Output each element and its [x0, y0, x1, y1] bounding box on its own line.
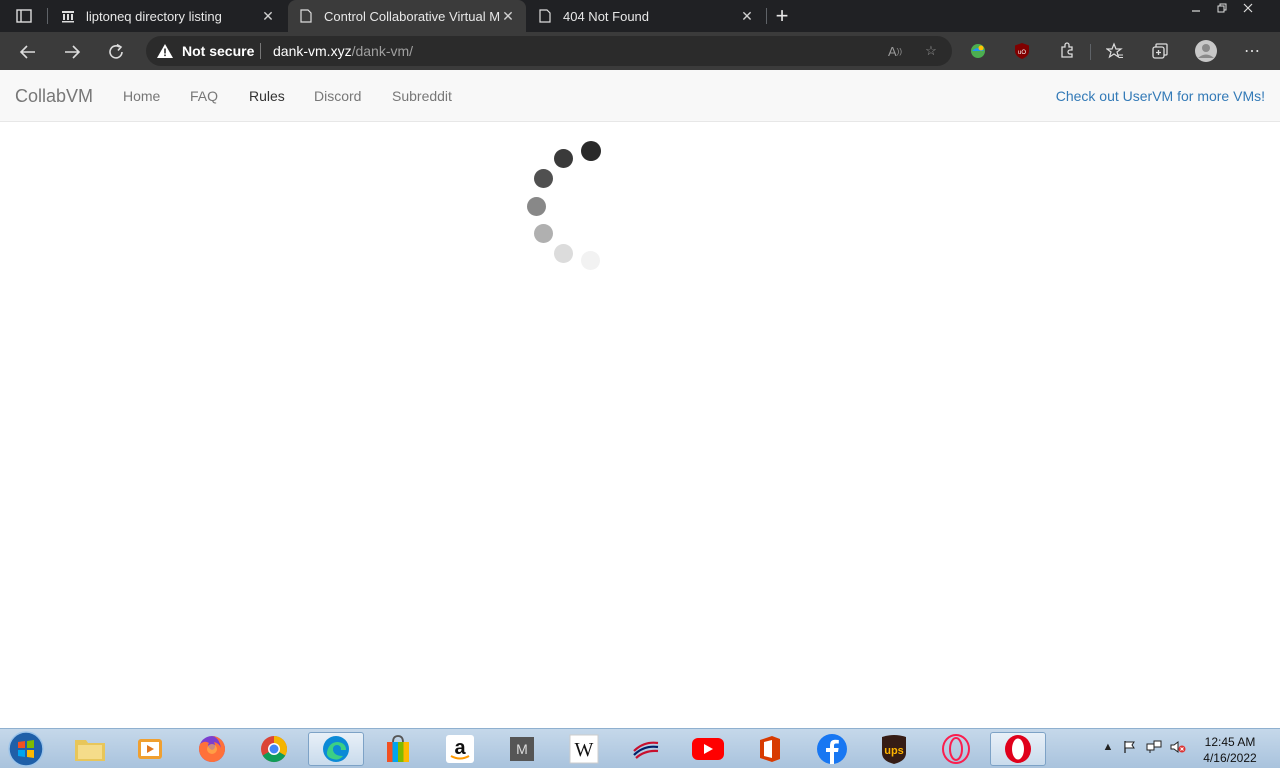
file-explorer-icon[interactable]: [62, 732, 118, 766]
system-clock[interactable]: 12:45 AM 4/16/2022: [1195, 734, 1265, 766]
clock-date: 4/16/2022: [1203, 751, 1257, 765]
svg-text:ups: ups: [884, 745, 904, 757]
spinner-dot: [581, 141, 601, 161]
windows-taskbar: a M W ups ▲ 12:45 AM 4/16/2022: [0, 728, 1280, 768]
action-center-flag-icon[interactable]: [1122, 739, 1138, 755]
media-player-icon[interactable]: [122, 732, 178, 766]
loading-spinner: [0, 0, 1280, 768]
wikipedia-icon[interactable]: W: [556, 732, 612, 766]
spinner-dot: [527, 197, 546, 216]
opera-icon[interactable]: [990, 732, 1046, 766]
volume-muted-icon[interactable]: [1170, 739, 1186, 755]
ups-icon[interactable]: ups: [866, 732, 922, 766]
chrome-icon[interactable]: [246, 732, 302, 766]
start-button[interactable]: [6, 730, 46, 768]
edge-icon[interactable]: [308, 732, 364, 766]
office-icon[interactable]: [742, 732, 798, 766]
spinner-dot: [534, 224, 553, 243]
facebook-icon[interactable]: [804, 732, 860, 766]
svg-text:W: W: [575, 739, 594, 761]
spinner-dot: [554, 244, 573, 263]
youtube-icon[interactable]: [680, 732, 736, 766]
bank-icon[interactable]: [618, 732, 674, 766]
spinner-dot: [534, 169, 553, 188]
clock-time: 12:45 AM: [1204, 735, 1256, 749]
store-icon[interactable]: [370, 732, 426, 766]
firefox-icon[interactable]: [184, 732, 240, 766]
m-app-icon[interactable]: M: [494, 732, 550, 766]
svg-text:a: a: [454, 737, 466, 759]
svg-text:M: M: [516, 741, 528, 757]
opera-gx-icon[interactable]: [928, 732, 984, 766]
spinner-dot: [581, 251, 600, 270]
spinner-dot: [554, 149, 573, 168]
amazon-icon[interactable]: a: [432, 732, 488, 766]
network-icon[interactable]: [1146, 739, 1162, 755]
show-hidden-icons[interactable]: ▲: [1100, 739, 1116, 755]
